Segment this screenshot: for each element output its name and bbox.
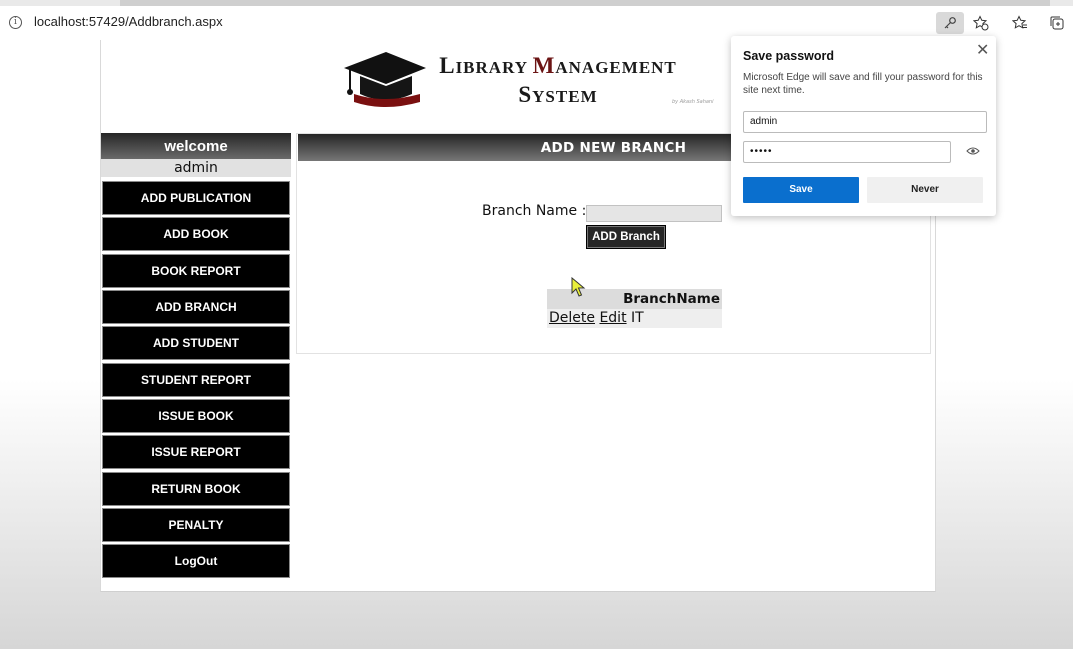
welcome-heading: welcome (101, 133, 291, 159)
info-icon[interactable]: i (9, 16, 22, 29)
sidebar-item-add-branch[interactable]: ADD BRANCH (103, 291, 289, 323)
dialog-title: Save password (743, 49, 835, 63)
collections-icon[interactable] (1049, 15, 1065, 31)
app-title: LIBRARY MANAGEMENT SYSTEM (439, 53, 677, 107)
delete-link[interactable]: Delete (549, 310, 595, 326)
branch-name-input[interactable] (586, 205, 722, 222)
url-text[interactable]: localhost:57429/Addbranch.aspx (34, 14, 223, 29)
branch-name-label: Branch Name : (482, 203, 587, 219)
sidebar-item-issue-report[interactable]: ISSUE REPORT (103, 436, 289, 468)
never-button[interactable]: Never (867, 177, 983, 203)
username-label: admin (101, 159, 291, 177)
sidebar-item-add-book[interactable]: ADD BOOK (103, 218, 289, 250)
sidebar-item-penalty[interactable]: PENALTY (103, 509, 289, 541)
key-icon[interactable] (936, 12, 964, 34)
graduation-cap-logo (344, 52, 426, 107)
save-password-dialog: Save password ✕ Microsoft Edge will save… (731, 36, 996, 216)
branch-name-cell: IT (631, 310, 644, 326)
sidebar: welcome admin ADD PUBLICATION ADD BOOK B… (101, 133, 291, 577)
password-field[interactable]: ••••• (743, 141, 951, 163)
sidebar-item-logout[interactable]: LogOut (103, 545, 289, 577)
table-row: Delete Edit IT (547, 309, 722, 328)
sidebar-item-issue-book[interactable]: ISSUE BOOK (103, 400, 289, 432)
favorite-add-icon[interactable] (973, 15, 989, 31)
add-branch-button[interactable]: ADD Branch (586, 225, 666, 249)
close-icon[interactable]: ✕ (976, 40, 989, 60)
author-mark: by Akash Sahani (672, 99, 714, 105)
sidebar-item-add-publication[interactable]: ADD PUBLICATION (103, 182, 289, 214)
sidebar-item-add-student[interactable]: ADD STUDENT (103, 327, 289, 359)
favorites-icon[interactable] (1012, 15, 1028, 31)
edit-link[interactable]: Edit (599, 310, 626, 326)
eye-icon[interactable] (966, 146, 980, 156)
mouse-cursor-icon (571, 277, 586, 297)
dialog-description: Microsoft Edge will save and fill your p… (743, 72, 983, 96)
address-bar[interactable]: i localhost:57429/Addbranch.aspx (0, 6, 1073, 38)
username-field[interactable]: admin (743, 111, 987, 133)
save-button[interactable]: Save (743, 177, 859, 203)
sidebar-item-book-report[interactable]: BOOK REPORT (103, 255, 289, 287)
sidebar-item-return-book[interactable]: RETURN BOOK (103, 473, 289, 505)
sidebar-item-student-report[interactable]: STUDENT REPORT (103, 364, 289, 396)
